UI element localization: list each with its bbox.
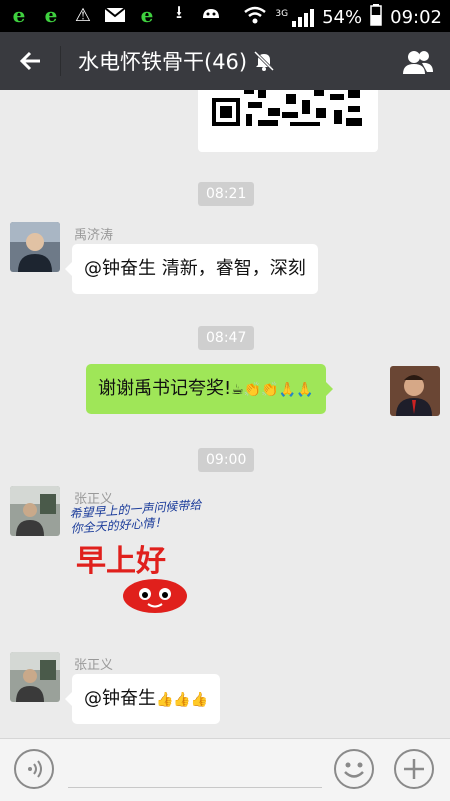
message-bubble[interactable]: @钟奋生👍👍👍	[64, 674, 221, 724]
message-input[interactable]	[68, 787, 322, 788]
avatar[interactable]	[10, 222, 60, 272]
emoji-sequence: 👍👍👍	[156, 692, 209, 708]
battery-percent: 54%	[322, 7, 363, 28]
voice-input-icon[interactable]	[14, 749, 54, 789]
mail-icon	[104, 4, 126, 26]
message-text: @钟奋生 清新，睿智，深刻	[84, 258, 306, 279]
input-bar	[0, 738, 450, 801]
app-e-icon: e	[140, 3, 154, 27]
sender-name: 禹济涛	[74, 228, 114, 243]
app-e-icon: e	[44, 3, 58, 27]
sticker-message[interactable]: 希望早上的一声问候带给你全天的好心情！ 早上好	[69, 498, 210, 632]
plus-icon[interactable]	[394, 749, 434, 789]
message-bubble[interactable]: 谢谢禹书记夸奖!☕👏👏🙏🙏	[86, 364, 332, 414]
message-text: 谢谢禹书记夸奖!	[98, 378, 232, 399]
wifi-icon	[243, 6, 267, 29]
network-type-label: 3G	[275, 8, 289, 19]
chat-message-list[interactable]: 08:21 禹济涛 @钟奋生 清新，睿智，深刻 08:47 谢谢禹书记夸奖!☕👏…	[0, 90, 450, 738]
sticker-caption: 希望早上的一声问候带给你全天的好心情！	[69, 497, 202, 536]
timestamp: 08:47	[198, 326, 255, 350]
avatar[interactable]	[10, 652, 60, 702]
emoji-sequence: ☕👏👏🙏🙏	[231, 382, 314, 398]
mute-bell-icon	[253, 50, 275, 72]
message-text: @钟奋生	[84, 688, 156, 709]
avatar[interactable]	[390, 366, 440, 416]
qr-code-image	[210, 90, 366, 140]
timestamp: 08:21	[198, 182, 255, 206]
clock: 09:02	[390, 7, 442, 28]
warning-icon: ⚠	[74, 4, 92, 26]
message-bubble[interactable]: @钟奋生 清新，睿智，深刻	[65, 244, 318, 294]
android-icon	[200, 4, 222, 26]
app-e-icon: e	[12, 3, 26, 27]
sender-name: 张正义	[74, 658, 114, 673]
qr-code-image-message[interactable]	[198, 90, 378, 152]
emoji-smile-icon[interactable]	[334, 749, 374, 789]
avatar[interactable]	[10, 486, 60, 536]
chat-header: 水电怀铁骨干(46)	[0, 32, 450, 90]
battery-icon	[370, 4, 382, 31]
back-arrow-icon[interactable]	[16, 46, 46, 76]
status-bar: e e ⚠ e ⭳ 3G 54% 09:02	[0, 0, 450, 32]
timestamp: 09:00	[198, 448, 255, 472]
chat-title: 水电怀铁骨干(46)	[78, 50, 248, 74]
sticker-mascot-icon	[123, 579, 187, 613]
header-divider	[60, 46, 61, 76]
group-members-icon[interactable]	[402, 48, 434, 76]
usb-icon: ⭳	[175, 2, 183, 23]
signal-icon: 3G	[275, 8, 315, 27]
